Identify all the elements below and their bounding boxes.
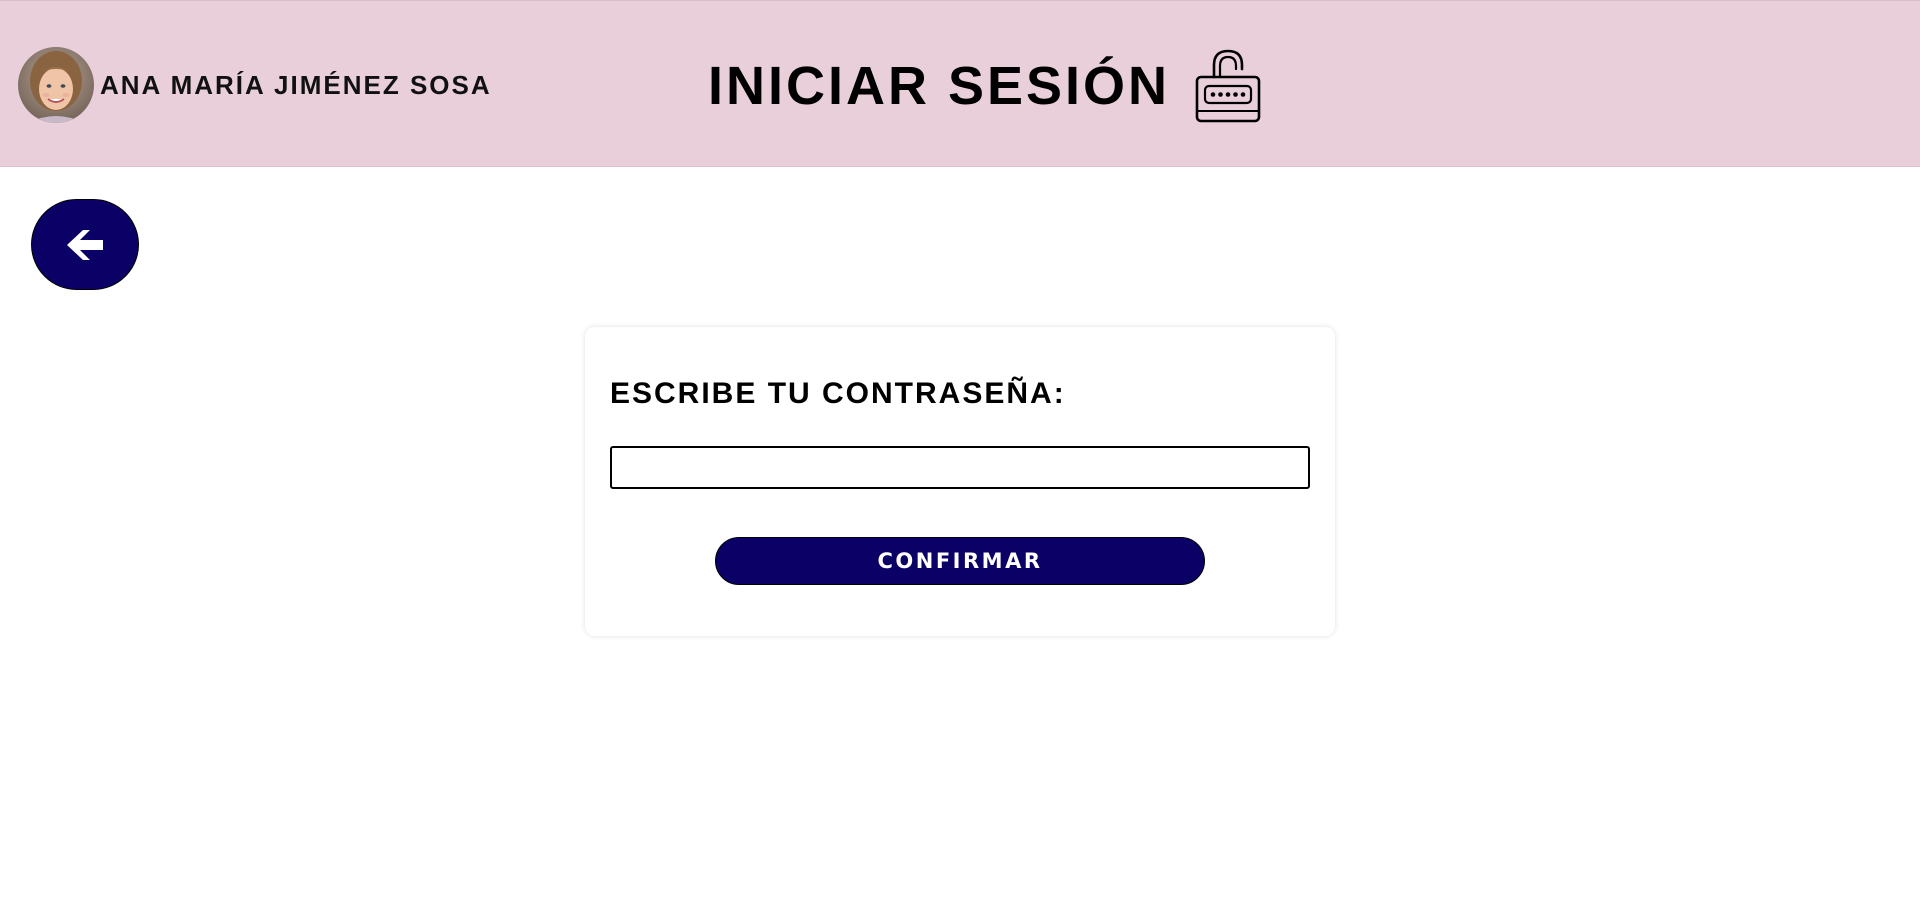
avatar — [18, 47, 94, 123]
user-name: ANA MARÍA JIMÉNEZ SOSA — [100, 69, 492, 100]
page-title: INICIAR SESIÓN — [708, 56, 1171, 116]
login-card: ESCRIBE TU CONTRASEÑA: CONFIRMAR — [585, 327, 1335, 636]
user-info: ANA MARÍA JIMÉNEZ SOSA — [18, 47, 492, 123]
title-group: INICIAR SESIÓN — [708, 47, 1262, 125]
confirm-button[interactable]: CONFIRMAR — [715, 537, 1205, 585]
arrow-left-icon — [67, 229, 103, 260]
back-button[interactable] — [31, 199, 139, 290]
password-input[interactable] — [610, 446, 1310, 489]
page: ANA MARÍA JIMÉNEZ SOSA INICIAR SESIÓN ES… — [0, 0, 1920, 922]
header-bar: ANA MARÍA JIMÉNEZ SOSA INICIAR SESIÓN — [0, 0, 1920, 167]
unlocked-padlock-icon — [1195, 49, 1261, 123]
password-label: ESCRIBE TU CONTRASEÑA: — [610, 377, 1066, 410]
